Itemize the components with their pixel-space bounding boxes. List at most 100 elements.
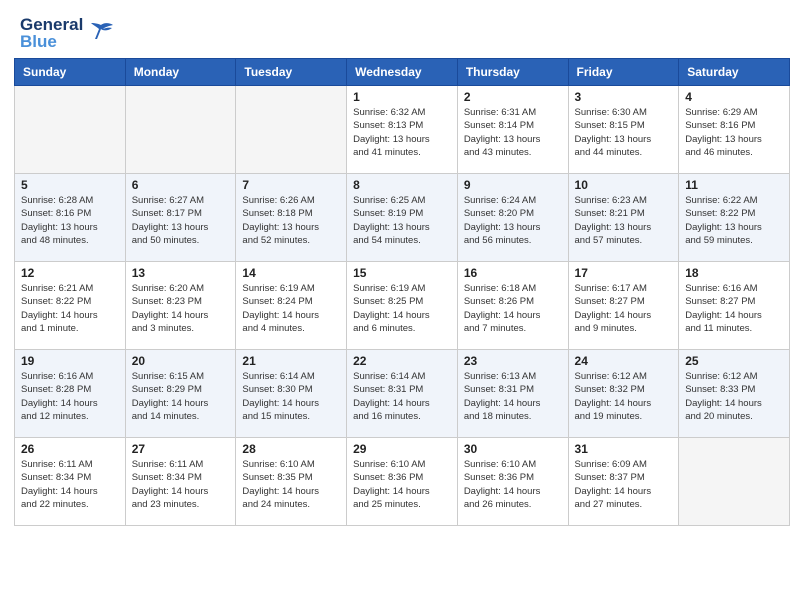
- day-info: Sunrise: 6:32 AM Sunset: 8:13 PM Dayligh…: [353, 106, 451, 159]
- day-info: Sunrise: 6:12 AM Sunset: 8:32 PM Dayligh…: [575, 370, 673, 423]
- day-number: 1: [353, 90, 451, 104]
- calendar-cell: [15, 86, 126, 174]
- day-number: 12: [21, 266, 119, 280]
- calendar-cell: 31Sunrise: 6:09 AM Sunset: 8:37 PM Dayli…: [568, 438, 679, 526]
- day-number: 25: [685, 354, 783, 368]
- day-info: Sunrise: 6:18 AM Sunset: 8:26 PM Dayligh…: [464, 282, 562, 335]
- calendar-cell: 7 Sunrise: 6:26 AM Sunset: 8:18 PM Daylig…: [236, 174, 347, 262]
- day-info: Sunrise: 6:22 AM Sunset: 8:22 PM Dayligh…: [685, 194, 783, 247]
- calendar-cell: 18Sunrise: 6:16 AM Sunset: 8:27 PM Dayli…: [679, 262, 790, 350]
- day-info: Sunrise: 6:11 AM Sunset: 8:34 PM Dayligh…: [132, 458, 230, 511]
- day-number: 24: [575, 354, 673, 368]
- logo-general: General: [20, 16, 83, 33]
- weekday-header-saturday: Saturday: [679, 59, 790, 86]
- day-info: Sunrise: 6:23 AM Sunset: 8:21 PM Dayligh…: [575, 194, 673, 247]
- calendar-week-row: 5Sunrise: 6:28 AM Sunset: 8:16 PM Daylig…: [15, 174, 790, 262]
- day-info: Sunrise: 6:21 AM Sunset: 8:22 PM Dayligh…: [21, 282, 119, 335]
- calendar-cell: 14Sunrise: 6:19 AM Sunset: 8:24 PM Dayli…: [236, 262, 347, 350]
- calendar-cell: 26 Sunrise: 6:11 AM Sunset: 8:34 PM Dayli…: [15, 438, 126, 526]
- calendar-cell: 4 Sunrise: 6:29 AM Sunset: 8:16 PM Daylig…: [679, 86, 790, 174]
- calendar-cell: 12 Sunrise: 6:21 AM Sunset: 8:22 PM Dayli…: [15, 262, 126, 350]
- calendar-cell: [679, 438, 790, 526]
- day-info: Sunrise: 6:17 AM Sunset: 8:27 PM Dayligh…: [575, 282, 673, 335]
- calendar-cell: 5Sunrise: 6:28 AM Sunset: 8:16 PM Daylig…: [15, 174, 126, 262]
- weekday-header-sunday: Sunday: [15, 59, 126, 86]
- day-number: 16: [464, 266, 562, 280]
- day-info: Sunrise: 6:14 AM Sunset: 8:31 PM Dayligh…: [353, 370, 451, 423]
- day-number: 18: [685, 266, 783, 280]
- day-number: 20: [132, 354, 230, 368]
- day-number: 27: [132, 442, 230, 456]
- day-info: Sunrise: 6:13 AM Sunset: 8:31 PM Dayligh…: [464, 370, 562, 423]
- day-info: Sunrise: 6:10 AM Sunset: 8:35 PM Dayligh…: [242, 458, 340, 511]
- day-info: Sunrise: 6:30 AM Sunset: 8:15 PM Dayligh…: [575, 106, 673, 159]
- day-number: 19: [21, 354, 119, 368]
- day-number: 4: [685, 90, 783, 104]
- calendar-week-row: 19Sunrise: 6:16 AM Sunset: 8:28 PM Dayli…: [15, 350, 790, 438]
- calendar-week-row: 1 Sunrise: 6:32 AM Sunset: 8:13 PM Daylig…: [15, 86, 790, 174]
- day-info: Sunrise: 6:25 AM Sunset: 8:19 PM Dayligh…: [353, 194, 451, 247]
- calendar-cell: 27 Sunrise: 6:11 AM Sunset: 8:34 PM Dayli…: [125, 438, 236, 526]
- day-info: Sunrise: 6:12 AM Sunset: 8:33 PM Dayligh…: [685, 370, 783, 423]
- day-info: Sunrise: 6:26 AM Sunset: 8:18 PM Dayligh…: [242, 194, 340, 247]
- day-number: 21: [242, 354, 340, 368]
- calendar-table: SundayMondayTuesdayWednesdayThursdayFrid…: [14, 58, 790, 526]
- weekday-header-friday: Friday: [568, 59, 679, 86]
- day-info: Sunrise: 6:29 AM Sunset: 8:16 PM Dayligh…: [685, 106, 783, 159]
- calendar-cell: 29 Sunrise: 6:10 AM Sunset: 8:36 PM Dayli…: [347, 438, 458, 526]
- calendar-wrapper: SundayMondayTuesdayWednesdayThursdayFrid…: [0, 58, 792, 534]
- day-info: Sunrise: 6:10 AM Sunset: 8:36 PM Dayligh…: [464, 458, 562, 511]
- day-number: 8: [353, 178, 451, 192]
- day-number: 15: [353, 266, 451, 280]
- calendar-cell: 11 Sunrise: 6:22 AM Sunset: 8:22 PM Dayli…: [679, 174, 790, 262]
- logo-blue: Blue: [20, 33, 83, 50]
- day-number: 13: [132, 266, 230, 280]
- day-info: Sunrise: 6:20 AM Sunset: 8:23 PM Dayligh…: [132, 282, 230, 335]
- day-number: 9: [464, 178, 562, 192]
- day-number: 2: [464, 90, 562, 104]
- day-number: 10: [575, 178, 673, 192]
- calendar-cell: [236, 86, 347, 174]
- calendar-cell: 19Sunrise: 6:16 AM Sunset: 8:28 PM Dayli…: [15, 350, 126, 438]
- weekday-header-row: SundayMondayTuesdayWednesdayThursdayFrid…: [15, 59, 790, 86]
- day-info: Sunrise: 6:14 AM Sunset: 8:30 PM Dayligh…: [242, 370, 340, 423]
- weekday-header-monday: Monday: [125, 59, 236, 86]
- calendar-cell: 24 Sunrise: 6:12 AM Sunset: 8:32 PM Dayli…: [568, 350, 679, 438]
- day-info: Sunrise: 6:11 AM Sunset: 8:34 PM Dayligh…: [21, 458, 119, 511]
- day-number: 31: [575, 442, 673, 456]
- day-info: Sunrise: 6:27 AM Sunset: 8:17 PM Dayligh…: [132, 194, 230, 247]
- calendar-cell: 20Sunrise: 6:15 AM Sunset: 8:29 PM Dayli…: [125, 350, 236, 438]
- day-info: Sunrise: 6:19 AM Sunset: 8:25 PM Dayligh…: [353, 282, 451, 335]
- calendar-week-row: 12 Sunrise: 6:21 AM Sunset: 8:22 PM Dayli…: [15, 262, 790, 350]
- calendar-cell: 2 Sunrise: 6:31 AM Sunset: 8:14 PM Daylig…: [457, 86, 568, 174]
- calendar-cell: 15 Sunrise: 6:19 AM Sunset: 8:25 PM Dayli…: [347, 262, 458, 350]
- calendar-cell: 17 Sunrise: 6:17 AM Sunset: 8:27 PM Dayli…: [568, 262, 679, 350]
- day-number: 22: [353, 354, 451, 368]
- day-number: 26: [21, 442, 119, 456]
- day-number: 14: [242, 266, 340, 280]
- calendar-cell: 6 Sunrise: 6:27 AM Sunset: 8:17 PM Daylig…: [125, 174, 236, 262]
- calendar-cell: 16 Sunrise: 6:18 AM Sunset: 8:26 PM Dayli…: [457, 262, 568, 350]
- calendar-cell: 28 Sunrise: 6:10 AM Sunset: 8:35 PM Dayli…: [236, 438, 347, 526]
- day-info: Sunrise: 6:10 AM Sunset: 8:36 PM Dayligh…: [353, 458, 451, 511]
- calendar-cell: 3 Sunrise: 6:30 AM Sunset: 8:15 PM Daylig…: [568, 86, 679, 174]
- day-number: 11: [685, 178, 783, 192]
- day-number: 17: [575, 266, 673, 280]
- calendar-cell: 9Sunrise: 6:24 AM Sunset: 8:20 PM Daylig…: [457, 174, 568, 262]
- day-number: 28: [242, 442, 340, 456]
- calendar-cell: [125, 86, 236, 174]
- calendar-cell: 8 Sunrise: 6:25 AM Sunset: 8:19 PM Daylig…: [347, 174, 458, 262]
- day-info: Sunrise: 6:28 AM Sunset: 8:16 PM Dayligh…: [21, 194, 119, 247]
- day-number: 29: [353, 442, 451, 456]
- day-number: 6: [132, 178, 230, 192]
- day-number: 7: [242, 178, 340, 192]
- logo: General Blue: [20, 16, 115, 50]
- calendar-cell: 13 Sunrise: 6:20 AM Sunset: 8:23 PM Dayli…: [125, 262, 236, 350]
- calendar-cell: 21 Sunrise: 6:14 AM Sunset: 8:30 PM Dayli…: [236, 350, 347, 438]
- calendar-cell: 23Sunrise: 6:13 AM Sunset: 8:31 PM Dayli…: [457, 350, 568, 438]
- weekday-header-tuesday: Tuesday: [236, 59, 347, 86]
- calendar-cell: 30Sunrise: 6:10 AM Sunset: 8:36 PM Dayli…: [457, 438, 568, 526]
- header: General Blue: [0, 0, 792, 58]
- day-number: 3: [575, 90, 673, 104]
- day-info: Sunrise: 6:31 AM Sunset: 8:14 PM Dayligh…: [464, 106, 562, 159]
